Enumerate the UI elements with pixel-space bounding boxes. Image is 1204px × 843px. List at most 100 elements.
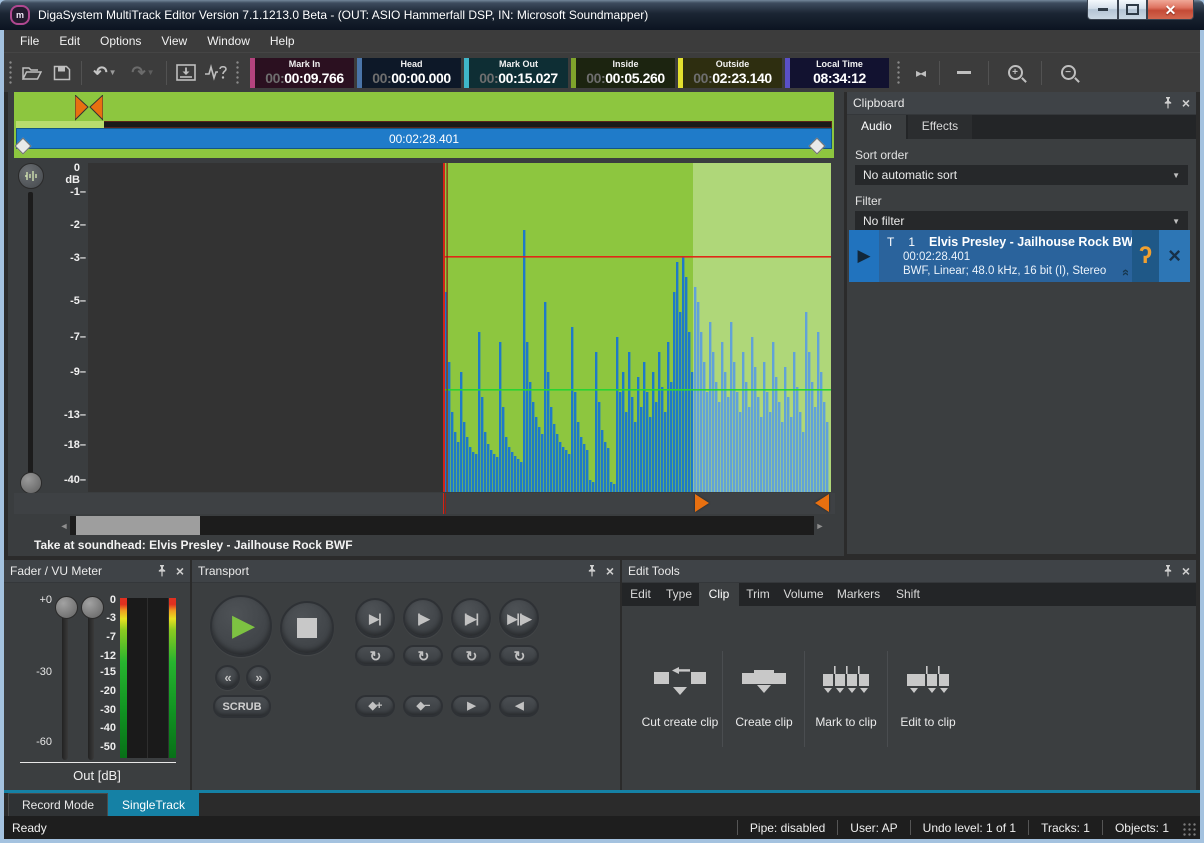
- mode-tab-record-mode[interactable]: Record Mode: [8, 793, 108, 816]
- time-display-head[interactable]: Head00:00:00.000: [357, 58, 461, 88]
- item-info[interactable]: T 1 Elvis Presley - Jailhouse Rock BWF 0…: [879, 230, 1132, 282]
- time-display-outside[interactable]: Outside00:02:23.140: [678, 58, 782, 88]
- edit-tools-tab-volume[interactable]: Volume: [777, 583, 830, 606]
- gain-slider-track[interactable]: [28, 192, 33, 478]
- open-button[interactable]: [17, 59, 47, 87]
- menu-file[interactable]: File: [10, 31, 49, 51]
- edit-tools-tab-clip[interactable]: Clip: [699, 583, 739, 606]
- app-client-area: FileEditOptionsViewWindowHelp ↶▼ ↷▼ Mark…: [4, 30, 1200, 839]
- scrollbar-thumb[interactable]: [76, 516, 200, 535]
- save-button[interactable]: [47, 59, 77, 87]
- next-marker-button[interactable]: ▶: [451, 695, 491, 717]
- clipboard-tab-audio[interactable]: Audio: [847, 115, 906, 139]
- add-marker-button[interactable]: ◆+: [355, 695, 395, 717]
- minimize-button[interactable]: [1087, 0, 1118, 20]
- mark-out-triangle-icon[interactable]: [815, 494, 829, 512]
- edit-tools-tab-type[interactable]: Type: [659, 583, 699, 606]
- menu-help[interactable]: Help: [260, 31, 305, 51]
- pin-icon[interactable]: [157, 565, 167, 577]
- time-display-mark-out[interactable]: Mark Out00:00:15.027: [464, 58, 568, 88]
- step-button-3[interactable]: |▶|: [451, 598, 491, 638]
- menu-view[interactable]: View: [151, 31, 197, 51]
- scrub-button[interactable]: SCRUB: [213, 695, 271, 718]
- db-label--9: -9–: [70, 366, 86, 378]
- skip-back-button[interactable]: «: [215, 665, 240, 690]
- clipboard-tab-effects[interactable]: Effects: [908, 115, 972, 139]
- play-button[interactable]: ▶: [210, 595, 272, 657]
- zoom-collapse-button[interactable]: [944, 59, 984, 87]
- waveform-display[interactable]: [88, 163, 831, 492]
- undo-button[interactable]: ↶▼: [86, 59, 124, 87]
- mark-to-clip-button[interactable]: Mark to clip: [806, 666, 886, 729]
- edit-tools-tab-edit[interactable]: Edit: [622, 583, 659, 606]
- loop-button-4[interactable]: ↻: [499, 645, 539, 666]
- prev-marker-button[interactable]: ◀: [499, 695, 539, 717]
- edit-tools-tab-shift[interactable]: Shift: [887, 583, 929, 606]
- pin-icon[interactable]: [587, 565, 597, 577]
- loop-button-2[interactable]: ↻: [403, 645, 443, 666]
- item-play-button[interactable]: ▶: [849, 230, 879, 282]
- menu-edit[interactable]: Edit: [49, 31, 90, 51]
- toolbar-grip[interactable]: [235, 60, 240, 86]
- pin-icon[interactable]: [1163, 97, 1173, 109]
- time-display-mark-in[interactable]: Mark In00:00:09.766: [250, 58, 354, 88]
- marker-strip[interactable]: [14, 493, 835, 514]
- edit-tools-tab-markers[interactable]: Markers: [830, 583, 887, 606]
- edit-to-clip-button[interactable]: Edit to clip: [888, 666, 968, 729]
- undo-icon: ↶: [93, 64, 107, 81]
- resize-grip-icon[interactable]: [1183, 823, 1197, 837]
- panel-close-icon[interactable]: ×: [1182, 96, 1190, 110]
- loop-button-1[interactable]: ↻: [355, 645, 395, 666]
- take-duration-bar[interactable]: 00:02:28.401: [16, 128, 832, 149]
- fader-left-track[interactable]: [62, 604, 68, 760]
- step-button-2[interactable]: |▶: [403, 598, 443, 638]
- mark-in-triangle-icon[interactable]: [695, 494, 709, 512]
- overview-position-strip[interactable]: [16, 121, 832, 128]
- zoom-out-button[interactable]: −: [1046, 59, 1090, 87]
- panel-close-icon[interactable]: ×: [606, 564, 614, 578]
- overview-strip[interactable]: 00:02:28.401: [14, 92, 834, 158]
- import-take-button[interactable]: [171, 59, 201, 87]
- create-clip-button[interactable]: Create clip: [724, 666, 804, 729]
- gain-mode-button[interactable]: [18, 163, 44, 189]
- collapse-chevrons-icon[interactable]: »: [1117, 269, 1132, 276]
- pin-icon[interactable]: [1163, 565, 1173, 577]
- tool-label: Mark to clip: [815, 715, 876, 729]
- item-prelisten-button[interactable]: ʔ: [1132, 230, 1159, 282]
- fader-left-knob[interactable]: [55, 596, 78, 619]
- item-remove-button[interactable]: ×: [1159, 230, 1190, 282]
- horizontal-scrollbar[interactable]: ◄ ►: [58, 516, 826, 535]
- toolbar-grip[interactable]: [896, 60, 901, 86]
- remove-marker-button[interactable]: ◆−: [403, 695, 443, 717]
- menu-window[interactable]: Window: [197, 31, 260, 51]
- clipboard-item[interactable]: ▶ T 1 Elvis Presley - Jailhouse Rock BWF…: [849, 230, 1190, 282]
- step-button-4[interactable]: ▶||▶: [499, 598, 539, 638]
- audio-marker-button[interactable]: [201, 59, 231, 87]
- fader-right-track[interactable]: [88, 604, 94, 760]
- skip-forward-button[interactable]: »: [246, 665, 271, 690]
- mark-region-flags[interactable]: [75, 95, 103, 121]
- close-button[interactable]: ✕: [1147, 0, 1194, 20]
- filter-dropdown[interactable]: No filter ▼: [855, 211, 1188, 231]
- panel-close-icon[interactable]: ×: [1182, 564, 1190, 578]
- scroll-right-icon[interactable]: ►: [814, 516, 826, 535]
- scrollbar-track[interactable]: [70, 516, 814, 535]
- mode-tab-singletrack[interactable]: SingleTrack: [108, 793, 199, 816]
- stop-button[interactable]: [280, 601, 334, 655]
- zoom-in-button[interactable]: +: [993, 59, 1037, 87]
- maximize-button[interactable]: [1118, 0, 1147, 20]
- redo-button[interactable]: ↷▼: [124, 59, 162, 87]
- cut-create-clip-button[interactable]: Cut create clip: [640, 666, 720, 729]
- gain-slider-knob[interactable]: [20, 472, 42, 494]
- edit-tools-tab-trim[interactable]: Trim: [739, 583, 777, 606]
- time-display-inside[interactable]: Inside00:00:05.260: [571, 58, 675, 88]
- loop-button-3[interactable]: ↻: [451, 645, 491, 666]
- time-display-local-time[interactable]: Local Time08:34:12: [785, 58, 889, 88]
- scroll-left-icon[interactable]: ◄: [58, 516, 70, 535]
- step-button-1[interactable]: ▶|: [355, 598, 395, 638]
- toolbar-grip[interactable]: [8, 60, 13, 86]
- fit-selection-button[interactable]: ▸◂: [905, 59, 935, 87]
- menu-options[interactable]: Options: [90, 31, 151, 51]
- sort-order-dropdown[interactable]: No automatic sort ▼: [855, 165, 1188, 185]
- panel-close-icon[interactable]: ×: [176, 564, 184, 578]
